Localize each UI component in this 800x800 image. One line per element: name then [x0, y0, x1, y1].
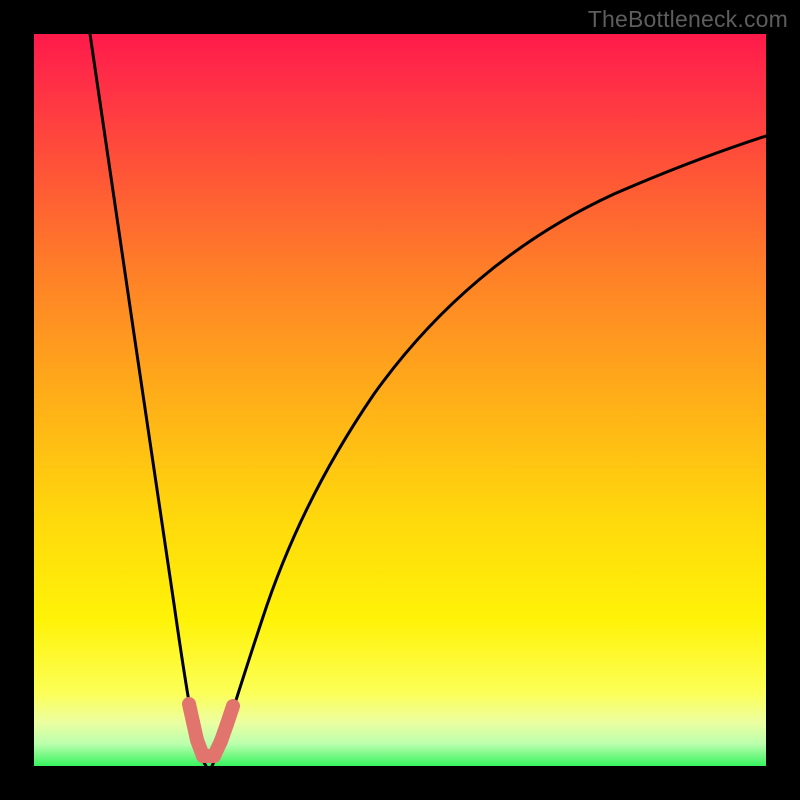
curve-right-branch: [212, 136, 766, 766]
marker-dot: [227, 706, 233, 724]
chart-svg: [34, 34, 766, 766]
curve-left-branch: [90, 34, 206, 766]
chart-frame: TheBottleneck.com: [0, 0, 800, 800]
watermark-text: TheBottleneck.com: [588, 6, 788, 33]
curve-group: [90, 34, 766, 766]
bottom-marker-group: [189, 704, 233, 756]
plot-area: [34, 34, 766, 766]
